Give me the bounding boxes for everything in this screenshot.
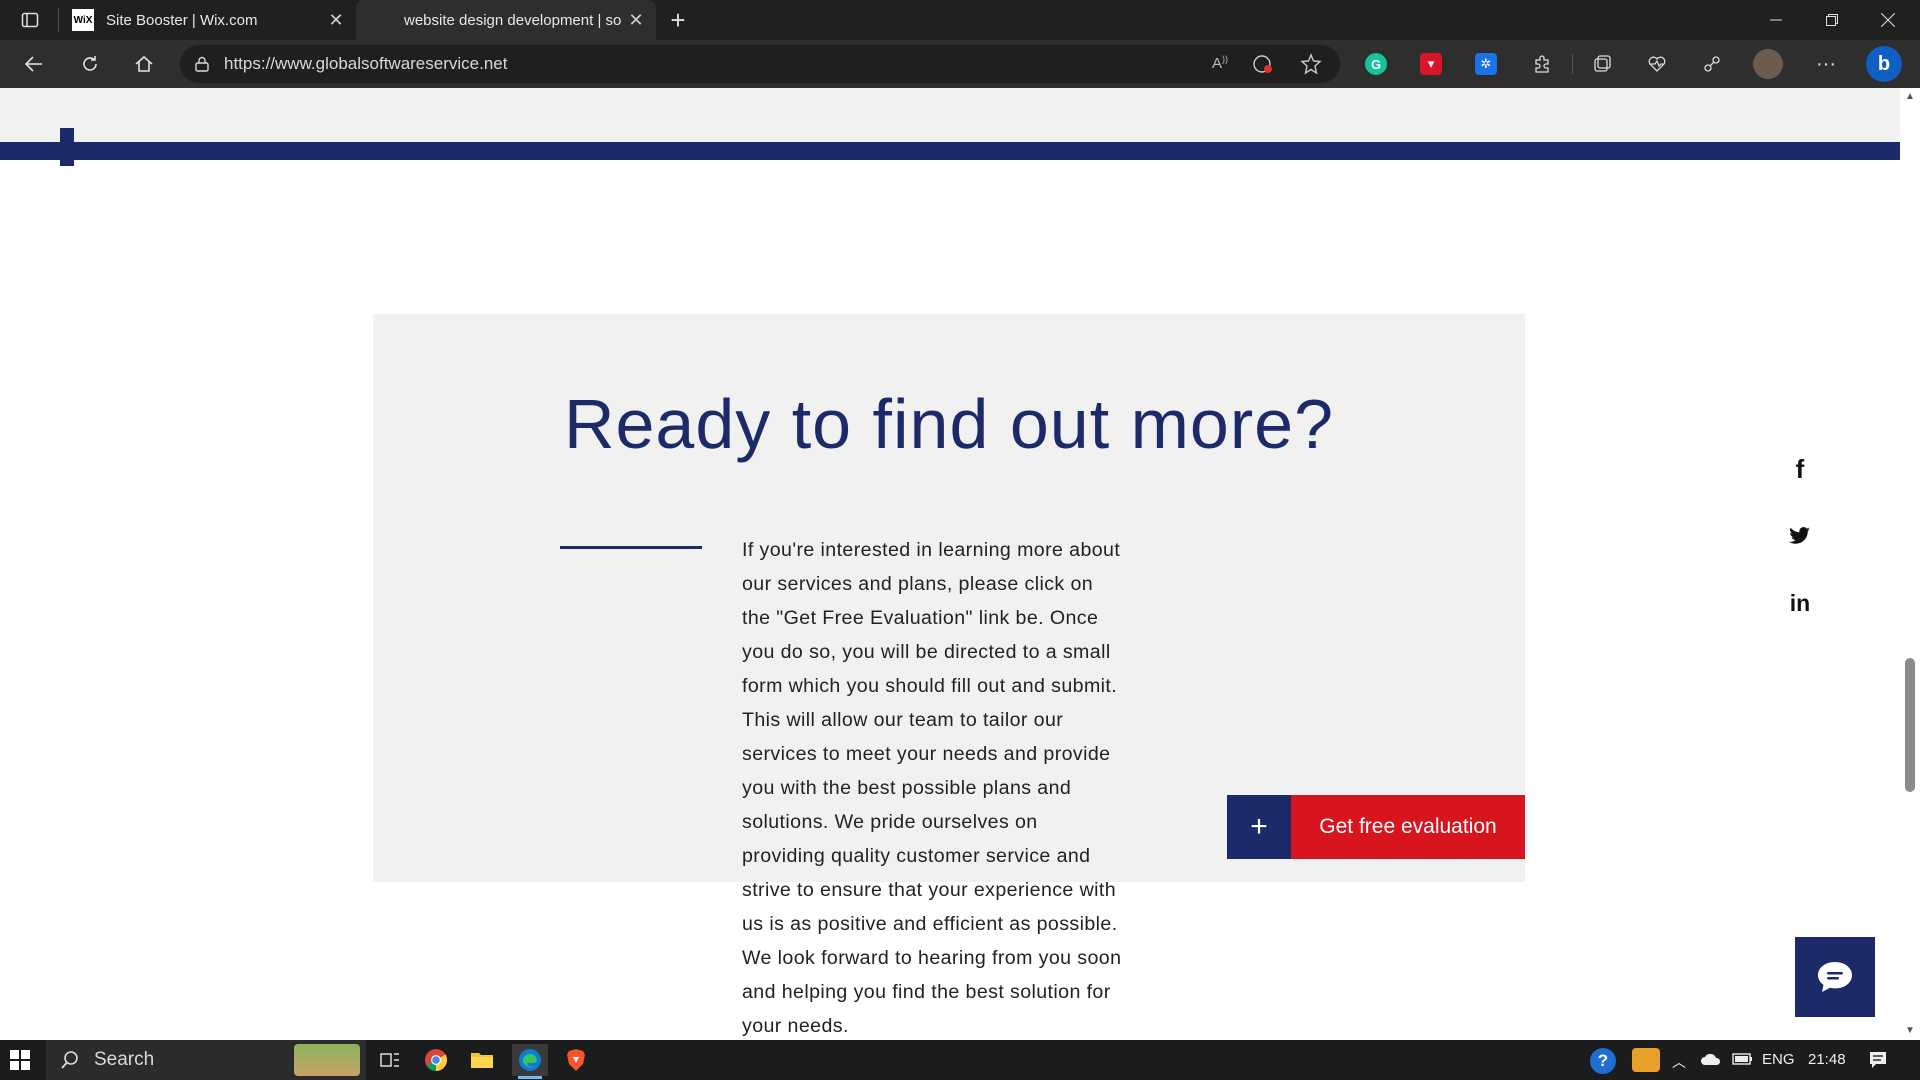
accent-line <box>560 546 702 549</box>
browser-tab-strip: WiX Site Booster | Wix.com ✕ website des… <box>0 0 1920 40</box>
clock[interactable]: 21:48 <box>1808 1040 1846 1080</box>
file-explorer-icon[interactable] <box>464 1044 500 1076</box>
battery-icon[interactable] <box>1732 1052 1754 1071</box>
tracking-prevention-icon[interactable] <box>1252 53 1274 80</box>
web-page: Ready to find out more? If you're intere… <box>0 88 1900 1040</box>
collections-icon[interactable] <box>1586 48 1618 80</box>
new-tab-button[interactable]: + <box>664 5 692 35</box>
more-options-icon[interactable]: ··· <box>1810 48 1842 80</box>
browser-essentials-icon[interactable] <box>1641 48 1673 80</box>
profile-avatar[interactable] <box>1753 49 1783 79</box>
tab-website-design[interactable]: website design development | so ✕ <box>356 0 656 40</box>
windows-taskbar: Search ? ︿ ENG 21:48 <box>0 1040 1920 1080</box>
show-hidden-icons-chevron-icon[interactable]: ︿ <box>1672 1052 1686 1072</box>
scroll-thumb[interactable] <box>1905 658 1915 792</box>
facebook-icon[interactable]: f <box>1780 449 1820 489</box>
url-text[interactable]: https://www.globalsoftwareservice.net <box>224 54 507 74</box>
chat-bubble-icon <box>1818 962 1852 992</box>
search-icon <box>46 1050 94 1070</box>
header-strip <box>0 88 1900 142</box>
search-highlight-image <box>294 1044 360 1076</box>
chat-button[interactable] <box>1795 937 1875 1017</box>
home-icon[interactable] <box>128 48 160 80</box>
navy-divider-bar <box>0 142 1900 160</box>
section-body-text: If you're interested in learning more ab… <box>742 539 1122 1037</box>
extension-red-icon[interactable]: ▾ <box>1420 53 1442 75</box>
tab-actions-icon[interactable] <box>14 8 46 32</box>
chrome-icon[interactable] <box>418 1044 454 1076</box>
brave-icon[interactable] <box>558 1044 594 1076</box>
help-icon[interactable]: ? <box>1590 1048 1616 1074</box>
wix-favicon-icon: WiX <box>72 9 94 31</box>
notifications-icon[interactable] <box>1868 1050 1888 1075</box>
onedrive-icon[interactable] <box>1700 1052 1722 1071</box>
linkedin-icon[interactable]: in <box>1780 583 1820 623</box>
cta-plus-button[interactable]: + <box>1227 795 1291 859</box>
minimize-button[interactable] <box>1748 0 1804 40</box>
twitter-icon[interactable] <box>1780 516 1820 556</box>
task-view-icon[interactable] <box>372 1044 408 1076</box>
get-free-evaluation-button[interactable]: Get free evaluation <box>1291 795 1525 859</box>
page-scrollbar[interactable]: ▲ ▼ <box>1900 88 1920 1040</box>
search-placeholder: Search <box>94 1049 155 1070</box>
scroll-up-arrow-icon[interactable]: ▲ <box>1900 88 1920 106</box>
tab-site-booster[interactable]: WiX Site Booster | Wix.com ✕ <box>58 0 356 40</box>
close-tab-icon[interactable]: ✕ <box>324 10 348 31</box>
tab-title: website design development | so <box>404 11 622 29</box>
lock-icon[interactable] <box>180 56 224 72</box>
browser-toolbar: https://www.globalsoftwareservice.net A)… <box>0 40 1920 88</box>
edge-icon[interactable] <box>512 1044 548 1079</box>
performance-icon[interactable] <box>1696 48 1728 80</box>
toolbar-separator <box>1572 54 1573 74</box>
refresh-icon[interactable] <box>74 48 106 80</box>
close-tab-icon[interactable]: ✕ <box>624 10 648 31</box>
back-icon[interactable] <box>18 48 50 80</box>
address-bar[interactable]: https://www.globalsoftwareservice.net A)… <box>180 45 1340 83</box>
tray-app-icon[interactable] <box>1632 1048 1660 1072</box>
favorites-star-icon[interactable] <box>1300 53 1322 80</box>
bing-copilot-icon[interactable]: b <box>1866 46 1902 82</box>
windows-start-icon[interactable] <box>10 1050 32 1072</box>
close-window-button[interactable] <box>1860 0 1916 40</box>
section-heading: Ready to find out more? <box>563 385 1335 463</box>
extension-blue-icon[interactable]: ✲ <box>1475 53 1497 75</box>
read-aloud-icon[interactable]: A)) <box>1212 54 1228 72</box>
extensions-puzzle-icon[interactable] <box>1526 48 1558 80</box>
tab-title: Site Booster | Wix.com <box>106 11 258 29</box>
scroll-down-arrow-icon[interactable]: ▼ <box>1900 1022 1920 1040</box>
navy-divider-marker <box>60 128 74 166</box>
taskbar-search-box[interactable]: Search <box>46 1040 366 1080</box>
restore-button[interactable] <box>1804 0 1860 40</box>
language-indicator[interactable]: ENG <box>1762 1040 1795 1080</box>
grammarly-icon[interactable]: G <box>1365 53 1387 75</box>
